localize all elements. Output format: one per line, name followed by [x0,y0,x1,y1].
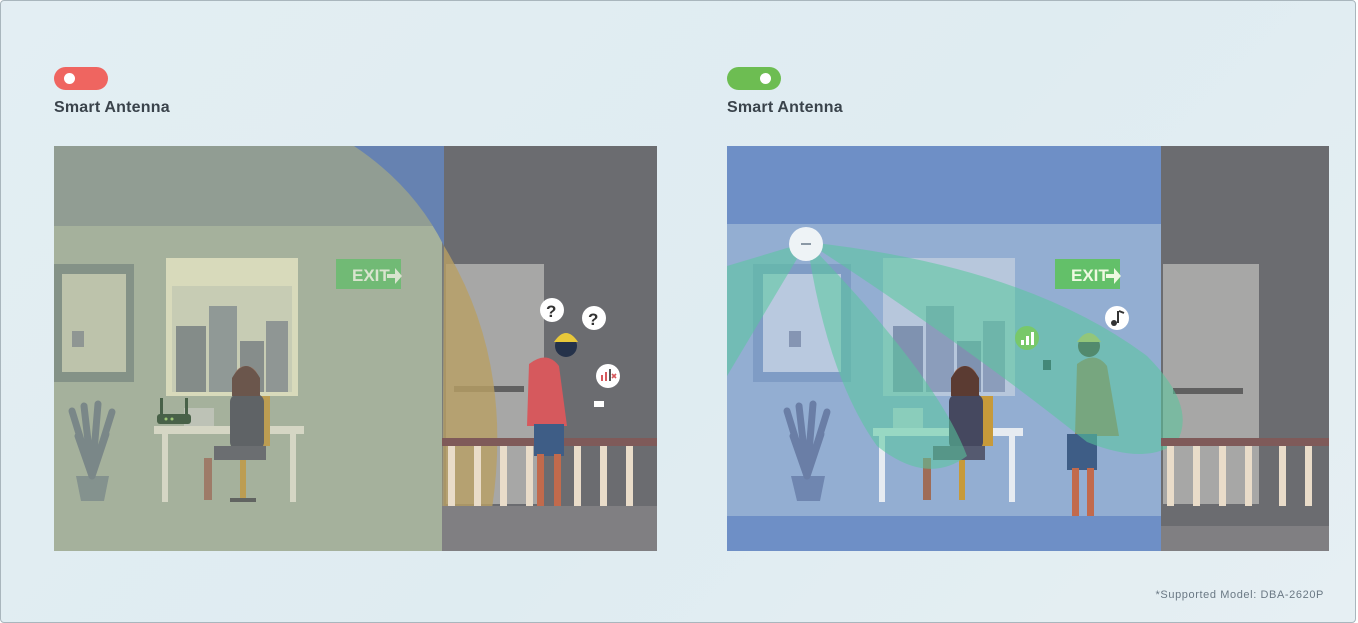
panel-title: Smart Antenna [54,99,170,116]
scene-without-smart-antenna: EXIT ? ? [54,146,657,551]
smart-antenna-toggle-off[interactable] [54,67,108,90]
question-bubble-icon: ? [582,306,606,330]
toggle-knob [760,73,771,84]
ceiling-access-point-icon [789,227,823,261]
svg-text:?: ? [588,310,598,329]
scene-with-smart-antenna: EXIT [727,146,1329,551]
question-bubble-icon: ? [540,298,564,322]
exit-sign-text: EXIT [1071,266,1109,285]
music-note-bubble-icon [1105,306,1129,330]
smart-antenna-toggle-on[interactable] [727,67,781,90]
supported-model-footnote: *Supported Model: DBA-2620P [1155,589,1324,601]
panel-title: Smart Antenna [727,99,843,116]
toggle-knob [64,73,75,84]
signal-bars-bubble-icon [1015,326,1039,350]
weak-signal-bubble-icon [596,364,620,388]
comparison-card: Smart Antenna EXIT ? ? Smart Antenna EXI… [0,0,1356,623]
svg-text:?: ? [546,302,556,321]
exit-sign: EXIT [1055,259,1121,289]
